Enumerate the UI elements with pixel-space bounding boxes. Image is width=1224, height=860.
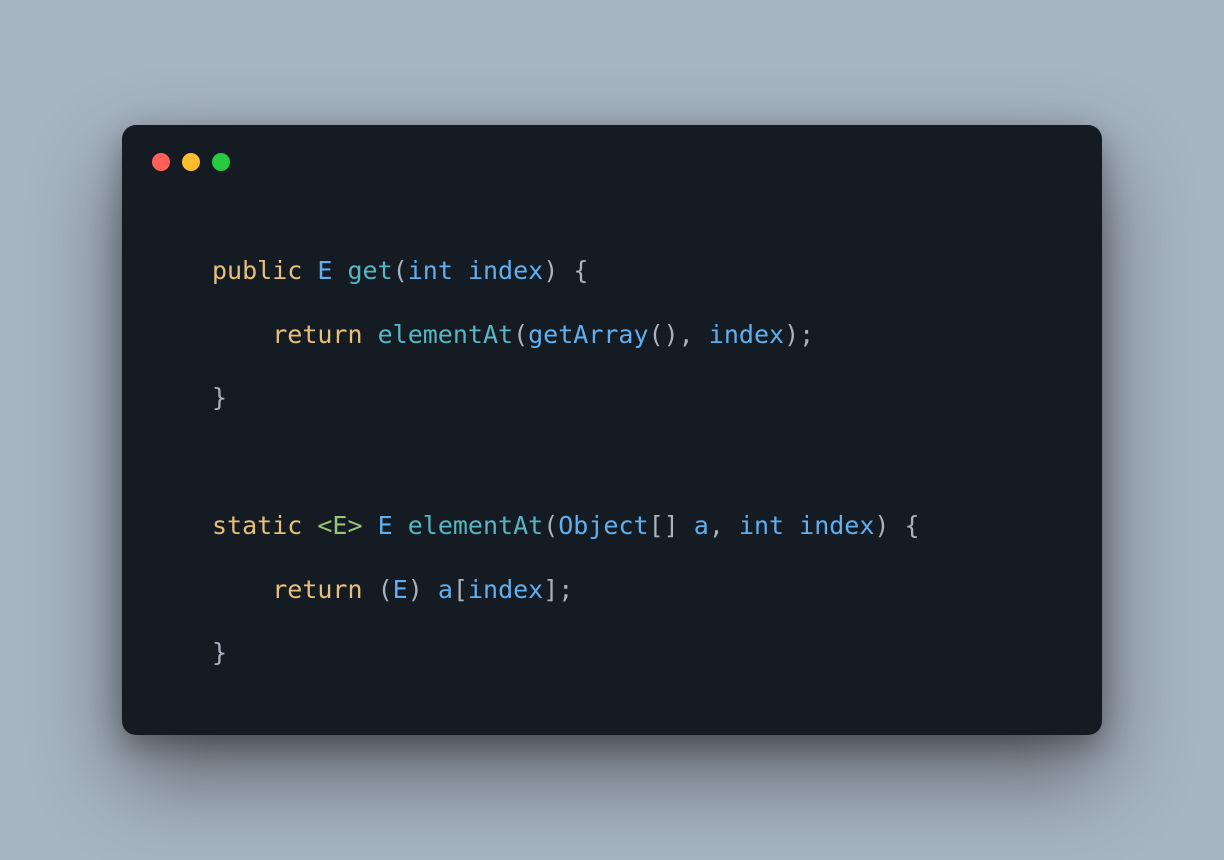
code-line: public E get(int index) { [212,239,1042,303]
code-token [363,511,378,540]
window-titlebar [122,125,1102,179]
code-token: ) [408,575,423,604]
code-token: public [212,256,302,285]
code-token [694,320,709,349]
code-token: } [212,383,227,412]
code-token [393,511,408,540]
code-token: a [694,511,709,540]
code-token: int [739,511,784,540]
code-token: , [679,320,694,349]
code-token: ) [664,320,679,349]
code-token: ( [543,511,558,540]
code-token: get [348,256,393,285]
code-token: } [212,638,227,667]
code-token: elementAt [408,511,543,540]
code-token: getArray [528,320,648,349]
code-token [558,256,573,285]
code-token: ( [649,320,664,349]
code-token: index [468,575,543,604]
code-token: ) [543,256,558,285]
code-token: static [212,511,302,540]
code-token: , [709,511,724,540]
code-token: a [438,575,453,604]
code-token: [ [453,575,468,604]
maximize-icon[interactable] [212,153,230,171]
code-token: int [408,256,453,285]
code-token: ( [378,575,393,604]
code-token: E [317,256,332,285]
code-token [332,256,347,285]
code-token: <E> [317,511,362,540]
code-token: index [709,320,784,349]
code-line: return (E) a[index]; [212,558,1042,622]
code-token: { [573,256,588,285]
code-token: ( [393,256,408,285]
code-token [212,320,272,349]
code-token [784,511,799,540]
minimize-icon[interactable] [182,153,200,171]
code-line: } [212,621,1042,685]
code-token: ; [558,575,573,604]
code-token: Object [558,511,648,540]
code-token [679,511,694,540]
code-token: index [468,256,543,285]
code-line [212,430,1042,494]
code-token: ) [874,511,889,540]
close-icon[interactable] [152,153,170,171]
code-token: E [378,511,393,540]
code-line: return elementAt(getArray(), index); [212,303,1042,367]
code-token [453,256,468,285]
code-token: return [272,575,362,604]
code-block: public E get(int index) { return element… [122,179,1102,685]
code-token [363,575,378,604]
code-token [363,320,378,349]
code-token: ; [799,320,814,349]
code-token: ( [513,320,528,349]
code-token [889,511,904,540]
code-token [724,511,739,540]
code-token: { [905,511,920,540]
code-line: static <E> E elementAt(Object[] a, int i… [212,494,1042,558]
code-token: ] [664,511,679,540]
code-token [212,575,272,604]
code-token: [ [649,511,664,540]
code-line: } [212,366,1042,430]
code-token: ] [543,575,558,604]
code-token: index [799,511,874,540]
code-window: public E get(int index) { return element… [122,125,1102,735]
code-token [302,256,317,285]
code-token [302,511,317,540]
code-token [423,575,438,604]
code-token: return [272,320,362,349]
code-token: ) [784,320,799,349]
code-token: elementAt [378,320,513,349]
code-token: E [393,575,408,604]
